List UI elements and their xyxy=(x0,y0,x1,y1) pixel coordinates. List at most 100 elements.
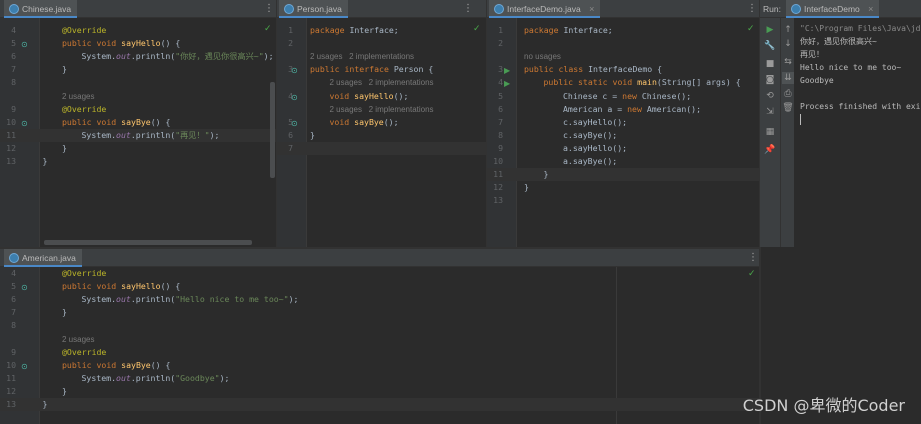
code-line[interactable]: 10 ⊙ public void sayBye() { xyxy=(0,116,276,129)
implementation-icon[interactable]: ⊙ xyxy=(21,117,28,130)
run-arrow-icon[interactable]: ▶ xyxy=(504,64,510,77)
line-number: 5 xyxy=(498,90,503,101)
code-line[interactable]: 6} xyxy=(277,129,486,142)
tab-american-java[interactable]: American.java xyxy=(4,249,82,267)
code-line[interactable]: 2 usages 2 implementations xyxy=(277,103,486,116)
code-token: out xyxy=(116,294,131,305)
code-line[interactable]: 10 a.sayBye(); xyxy=(487,155,759,168)
run-tab-interfacedemo[interactable]: InterfaceDemo × xyxy=(786,0,880,18)
console-output[interactable]: "C:\Program Files\Java\jd 你好，遇见你很高兴~ 再见！ He… xyxy=(800,22,921,247)
implementation-icon[interactable]: ⊙ xyxy=(21,38,28,51)
code-line[interactable]: 9 @Override xyxy=(0,346,759,359)
code-line[interactable]: 6 System.out.println("你好，遇见你很高兴~"); xyxy=(0,50,276,63)
code-line[interactable]: 11} xyxy=(487,168,759,182)
close-tab-icon[interactable]: × xyxy=(589,4,594,14)
code-line[interactable]: 1 package Interface; xyxy=(277,24,486,37)
more-options-icon[interactable]: ⋮ xyxy=(264,2,274,16)
camera-icon[interactable]: ◙ xyxy=(764,74,776,86)
code-line[interactable]: 2 xyxy=(487,37,759,50)
code-line[interactable]: 4 @Override xyxy=(0,267,759,280)
code-line[interactable]: 6 System.out.println("Hello nice to me to… xyxy=(0,293,759,306)
splitter[interactable] xyxy=(0,247,759,249)
code-line[interactable]: 13} xyxy=(0,155,276,168)
code-line[interactable]: 5 ⊙ void sayBye(); xyxy=(277,116,486,129)
code-line[interactable]: 9 a.sayHello(); xyxy=(487,142,759,155)
tab-interfacedemo-java[interactable]: InterfaceDemo.java × xyxy=(489,0,601,18)
code-line[interactable]: 8 c.sayBye(); xyxy=(487,129,759,142)
more-options-icon[interactable]: ⋮ xyxy=(748,251,758,265)
code-line[interactable]: 6 American a = new American(); xyxy=(487,103,759,116)
code-token: American(); xyxy=(646,103,702,114)
code-area[interactable]: 4 @Override 5 ⊙ public void sayHello() {6 Sys… xyxy=(0,267,759,424)
console-line: "C:\Program Files\Java\jd xyxy=(800,24,921,33)
code-line[interactable]: 2 usages xyxy=(0,90,276,103)
line-number: 13 xyxy=(6,399,16,409)
code-line[interactable]: 8 xyxy=(0,76,276,89)
tab-person-java[interactable]: Person.java xyxy=(279,0,348,18)
code-line[interactable]: 13} xyxy=(0,398,759,411)
horizontal-scrollbar[interactable] xyxy=(44,240,252,245)
layout-icon[interactable]: ▦ xyxy=(764,126,776,138)
code-line[interactable]: 2 usages 2 implementations xyxy=(277,50,486,63)
code-line[interactable]: 12} xyxy=(0,142,276,155)
code-line[interactable]: 13 xyxy=(487,194,759,207)
code-line[interactable]: 3 ▶ public class InterfaceDemo { xyxy=(487,63,759,76)
code-line[interactable]: 5 ⊙ public void sayHello() { xyxy=(0,280,759,293)
code-line[interactable]: 12} xyxy=(487,181,759,194)
exit-icon[interactable]: ⇲ xyxy=(764,106,776,118)
code-line[interactable]: 12} xyxy=(0,385,759,398)
print-icon[interactable]: ⎙ xyxy=(782,88,794,100)
splitter[interactable] xyxy=(276,0,277,247)
pin-icon[interactable]: 📌 xyxy=(764,144,776,156)
code-line[interactable]: 2 usages xyxy=(0,333,759,346)
code-line[interactable]: 8 xyxy=(0,319,759,332)
code-line[interactable]: 2 xyxy=(277,37,486,50)
implementation-icon[interactable]: ⊙ xyxy=(21,281,28,294)
restore-layout-icon[interactable]: ⟲ xyxy=(764,90,776,102)
vertical-scrollbar[interactable] xyxy=(270,82,275,178)
code-text: } xyxy=(62,306,67,319)
wrench-icon[interactable]: 🔧 xyxy=(764,40,776,52)
code-line[interactable]: 5 Chinese c = new Chinese(); xyxy=(487,90,759,103)
code-line[interactable]: 9 @Override xyxy=(0,103,276,116)
implementation-icon[interactable]: ⊙ xyxy=(291,91,298,104)
code-line[interactable]: 3 ⊙ public interface Person { xyxy=(277,63,486,76)
run-arrow-icon[interactable]: ▶ xyxy=(504,77,510,90)
implementation-icon[interactable]: ⊙ xyxy=(291,117,298,130)
implementation-icon[interactable]: ⊙ xyxy=(21,360,28,373)
arrow-down-icon[interactable]: ↓ xyxy=(782,38,794,50)
code-line[interactable]: 11 System.out.println("Goodbye"); xyxy=(0,372,759,385)
code-text: @Override xyxy=(62,24,106,37)
code-line[interactable]: 7 c.sayHello(); xyxy=(487,116,759,129)
arrow-up-icon[interactable]: ↑ xyxy=(782,24,794,36)
code-area[interactable]: 4 @Override 5 ⊙ public void sayHello() {6 Sys… xyxy=(0,24,276,247)
scroll-to-end-icon[interactable]: ⇊ xyxy=(782,72,794,84)
trash-icon[interactable]: 🗑 xyxy=(782,102,794,114)
code-line[interactable]: 4 ⊙ void sayHello(); xyxy=(277,90,486,103)
tab-chinese-java[interactable]: Chinese.java xyxy=(4,0,78,18)
stop-icon[interactable]: ■ xyxy=(764,58,776,70)
splitter[interactable] xyxy=(486,0,487,247)
code-line[interactable]: 11 System.out.println("再见！"); xyxy=(0,128,276,142)
rerun-icon[interactable]: ▶ xyxy=(764,24,776,36)
code-token: "你好，遇见你很高兴~" xyxy=(175,51,264,62)
more-options-icon[interactable]: ⋮ xyxy=(463,2,473,16)
code-line[interactable]: 7} xyxy=(0,306,759,319)
code-line[interactable]: 2 usages 2 implementations xyxy=(277,76,486,89)
tab-label: American.java xyxy=(22,253,76,263)
splitter[interactable] xyxy=(759,0,760,424)
close-run-tab-icon[interactable]: × xyxy=(868,4,873,14)
code-area[interactable]: 1 package Interface; 2 no usages 3 ▶ public cl… xyxy=(487,24,759,247)
code-line[interactable]: 10 ⊙ public void sayBye() { xyxy=(0,359,759,372)
soft-wrap-icon[interactable]: ⇆ xyxy=(782,56,794,68)
implementation-icon[interactable]: ⊙ xyxy=(291,64,298,77)
code-area[interactable]: 1 package Interface; 2 2 usages 2 implement… xyxy=(277,24,486,247)
code-line[interactable]: 4 @Override xyxy=(0,24,276,37)
more-options-icon[interactable]: ⋮ xyxy=(747,2,757,16)
code-line[interactable]: 7} xyxy=(0,63,276,76)
code-line[interactable]: 1 package Interface; xyxy=(487,24,759,37)
code-line[interactable]: 7 xyxy=(277,141,486,155)
code-line[interactable]: 4 ▶ public static void main(String[] args)… xyxy=(487,76,759,89)
code-line[interactable]: 5 ⊙ public void sayHello() { xyxy=(0,37,276,50)
code-line[interactable]: no usages xyxy=(487,50,759,63)
